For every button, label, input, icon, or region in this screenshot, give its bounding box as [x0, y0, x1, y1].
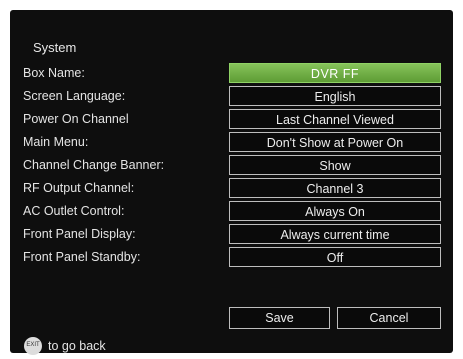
main-menu-label: Main Menu: [23, 135, 89, 149]
power-on-channel-label: Power On Channel [23, 112, 129, 126]
system-settings-panel: System Box Name: DVR FF Screen Language:… [10, 10, 453, 355]
screen-language-label: Screen Language: [23, 89, 126, 103]
setting-row-power-on-channel[interactable]: Power On Channel Last Channel Viewed [10, 109, 453, 131]
box-name-field[interactable]: DVR FF [229, 63, 441, 83]
back-hint-text: to go back [48, 339, 106, 353]
main-menu-field[interactable]: Don't Show at Power On [229, 132, 441, 152]
setting-row-box-name[interactable]: Box Name: DVR FF [10, 63, 453, 85]
front-panel-standby-field[interactable]: Off [229, 247, 441, 267]
setting-row-screen-language[interactable]: Screen Language: English [10, 86, 453, 108]
tv-screen: System Box Name: DVR FF Screen Language:… [0, 0, 463, 359]
setting-row-ac-outlet-control[interactable]: AC Outlet Control: Always On [10, 201, 453, 223]
channel-change-banner-label: Channel Change Banner: [23, 158, 165, 172]
setting-row-front-panel-standby[interactable]: Front Panel Standby: Off [10, 247, 453, 269]
channel-change-banner-field[interactable]: Show [229, 155, 441, 175]
setting-row-main-menu[interactable]: Main Menu: Don't Show at Power On [10, 132, 453, 154]
setting-row-front-panel-display[interactable]: Front Panel Display: Always current time [10, 224, 453, 246]
cancel-button[interactable]: Cancel [337, 307, 441, 329]
screen-language-field[interactable]: English [229, 86, 441, 106]
front-panel-display-field[interactable]: Always current time [229, 224, 441, 244]
box-name-label: Box Name: [23, 66, 85, 80]
ac-outlet-control-label: AC Outlet Control: [23, 204, 125, 218]
ac-outlet-control-field[interactable]: Always On [229, 201, 441, 221]
rf-output-channel-label: RF Output Channel: [23, 181, 135, 195]
page-title: System [33, 40, 77, 55]
exit-key-icon: EXIT [24, 337, 42, 355]
save-button[interactable]: Save [229, 307, 330, 329]
rf-output-channel-field[interactable]: Channel 3 [229, 178, 441, 198]
setting-row-rf-output-channel[interactable]: RF Output Channel: Channel 3 [10, 178, 453, 200]
setting-row-channel-change-banner[interactable]: Channel Change Banner: Show [10, 155, 453, 177]
front-panel-standby-label: Front Panel Standby: [23, 250, 141, 264]
power-on-channel-field[interactable]: Last Channel Viewed [229, 109, 441, 129]
front-panel-display-label: Front Panel Display: [23, 227, 136, 241]
